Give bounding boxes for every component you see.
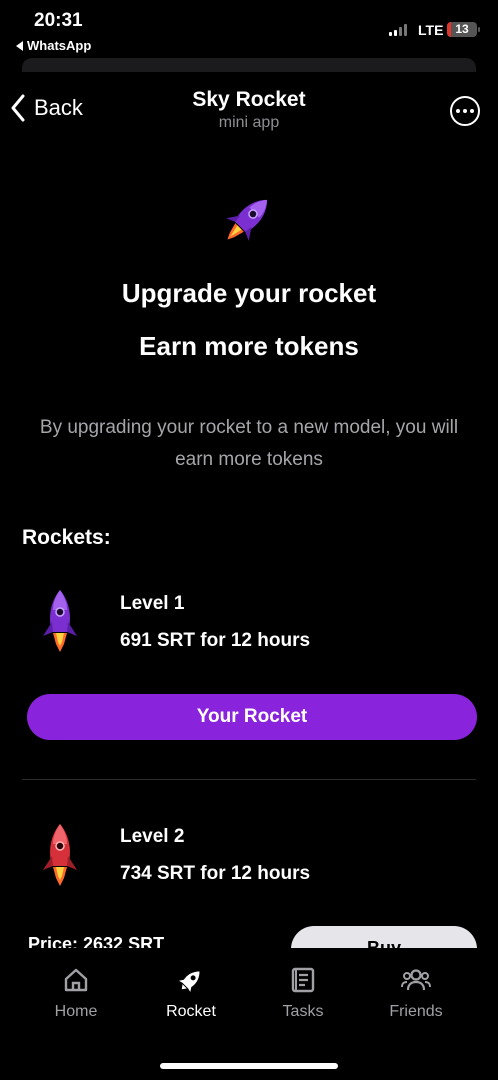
signal-icon (389, 24, 407, 36)
headline: Upgrade your rocket (121, 278, 377, 308)
tab-home-label: Home (54, 1003, 98, 1020)
tab-tasks-label: Tasks (282, 1003, 324, 1020)
rocket-level: Level 2 (120, 826, 185, 847)
friends-icon (401, 969, 431, 991)
network-label: LTE (418, 22, 444, 38)
tab-friends[interactable]: Friends (366, 966, 466, 1021)
status-time: 20:31 (34, 10, 83, 31)
red-rocket-icon (38, 822, 82, 893)
app-subtitle: mini app (218, 114, 280, 131)
rocket-icon (178, 971, 200, 993)
sheet-handle (22, 58, 476, 72)
more-dot-icon (456, 109, 460, 113)
battery-tip (478, 27, 480, 32)
back-triangle-icon (16, 40, 23, 51)
description: By upgrading your rocket to a new model,… (39, 417, 459, 470)
tab-friends-label: Friends (389, 1003, 443, 1020)
tab-tasks[interactable]: Tasks (253, 966, 353, 1021)
purple-rocket-icon (38, 588, 82, 659)
tab-rocket[interactable]: Rocket (141, 966, 241, 1021)
subheadline: Earn more tokens (139, 331, 359, 361)
your-rocket-button[interactable]: Your Rocket (27, 694, 477, 740)
rocket-level: Level 1 (120, 593, 185, 614)
tab-rocket-label: Rocket (166, 1003, 216, 1020)
rocket-earning: 734 SRT for 12 hours (120, 863, 311, 884)
back-to-app-link[interactable]: WhatsApp (16, 38, 91, 53)
divider (22, 779, 476, 780)
rockets-section-title: Rockets: (22, 526, 111, 549)
tab-home[interactable]: Home (26, 966, 126, 1021)
nav-header: Back Sky Rocket mini app (0, 80, 498, 140)
home-indicator (160, 1063, 338, 1069)
status-bar: 20:31 WhatsApp LTE 13 (0, 0, 498, 58)
battery-level: 13 (455, 22, 469, 36)
app-title: Sky Rocket (192, 88, 306, 111)
back-app-label: WhatsApp (27, 38, 92, 53)
tasks-icon (291, 967, 315, 993)
rocket-earning: 691 SRT for 12 hours (120, 630, 311, 651)
battery-icon: 13 (447, 22, 477, 37)
hero-rocket-icon (212, 188, 284, 255)
tab-bar: Home Rocket Tasks Friends (0, 948, 498, 1080)
home-icon (64, 968, 88, 992)
more-options-button[interactable] (450, 96, 480, 126)
